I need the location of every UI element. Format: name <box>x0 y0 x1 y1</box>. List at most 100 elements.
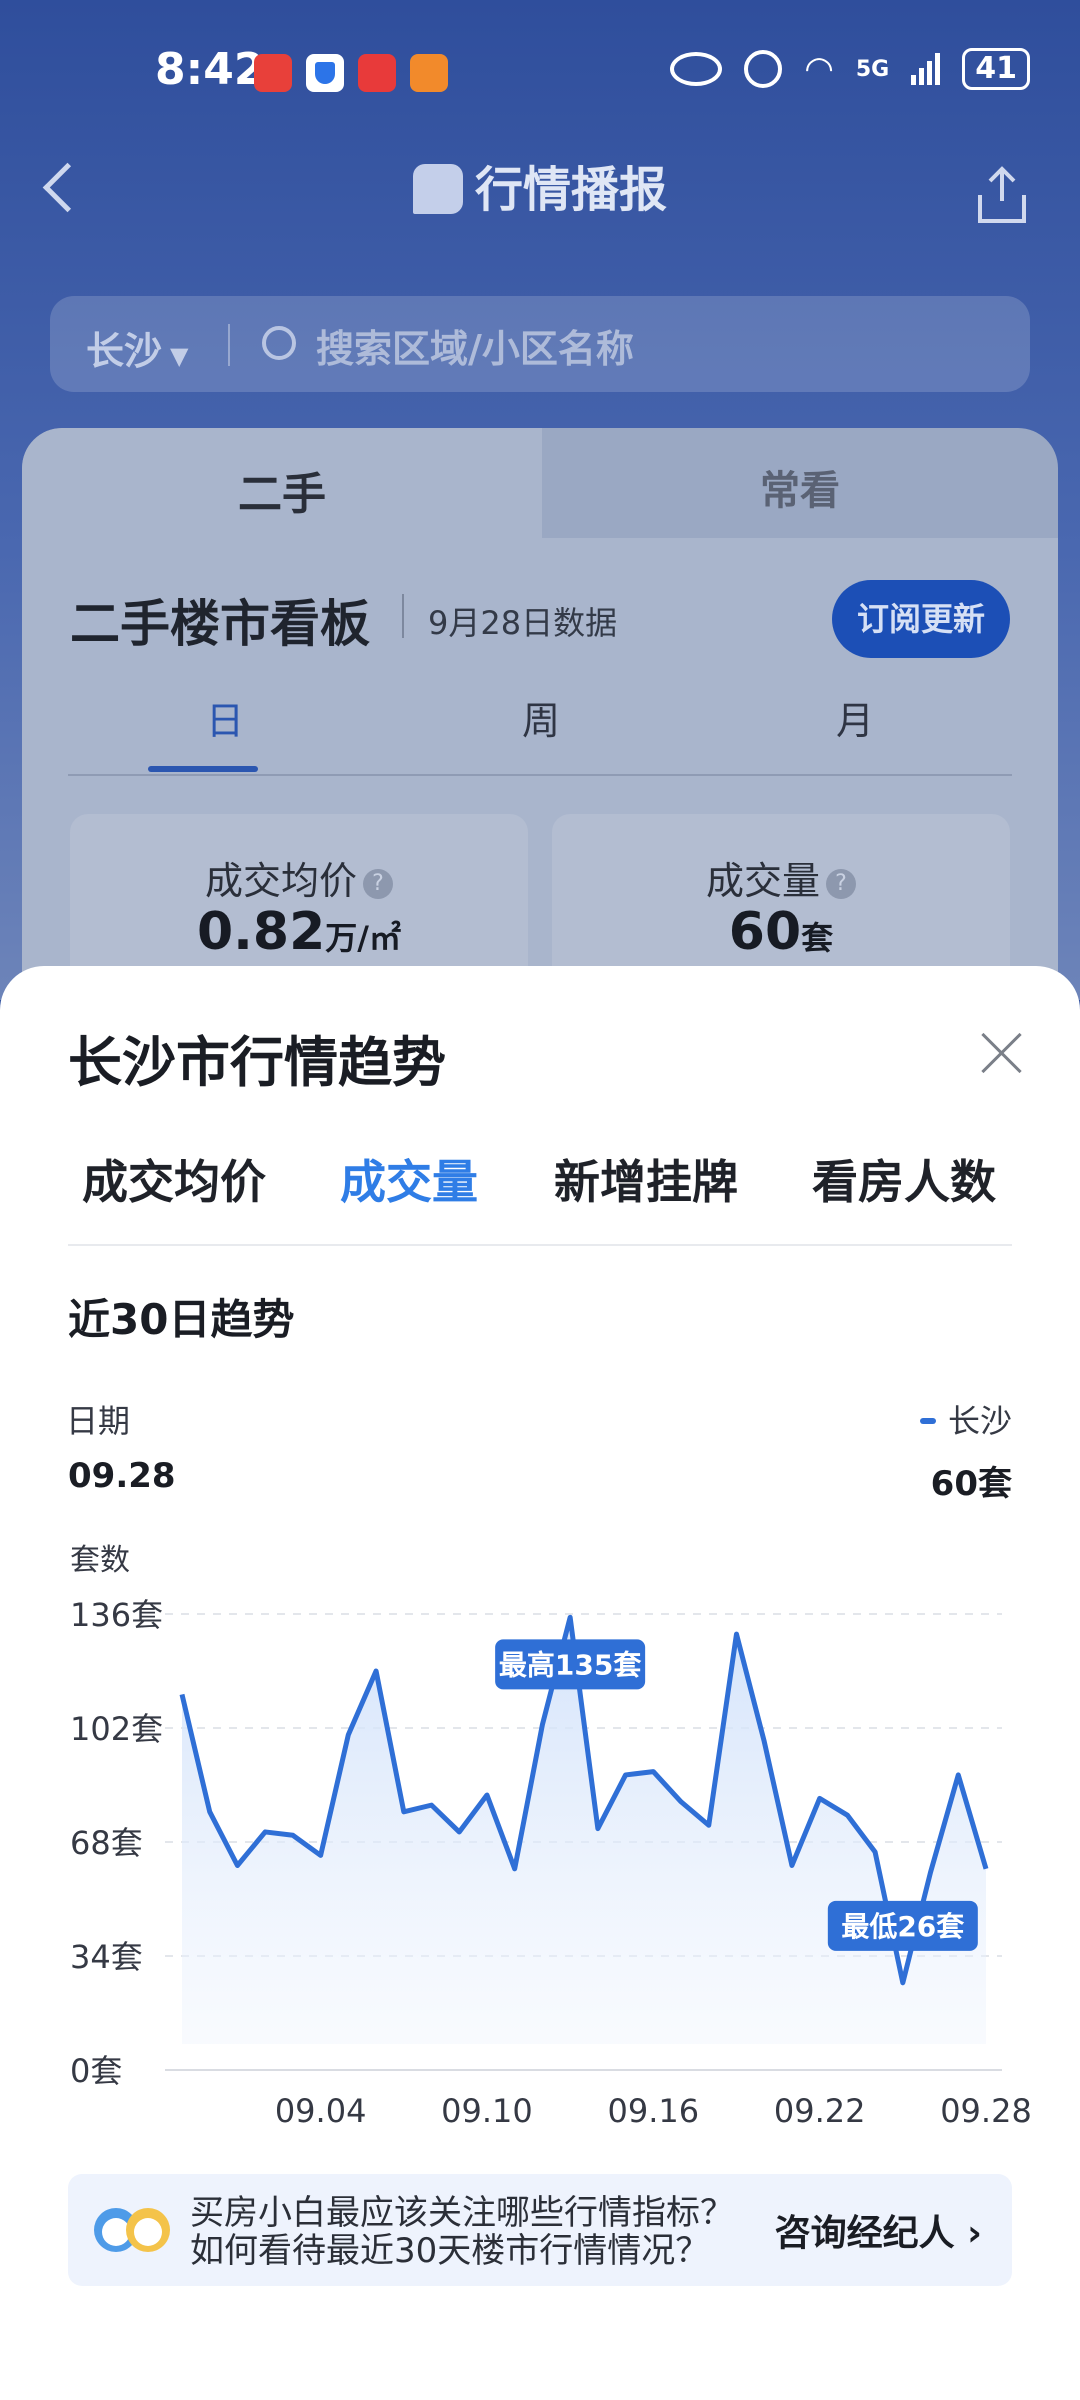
period-month[interactable]: 月 <box>836 690 874 745</box>
annotation-label: 最高135套 <box>499 1648 642 1681</box>
data-point <box>374 1669 378 1673</box>
help-icon[interactable]: ? <box>826 869 856 899</box>
huawei-app-icon <box>254 54 292 92</box>
share-icon[interactable] <box>976 165 1028 225</box>
chevron-right-icon: › <box>954 2213 982 2254</box>
data-point <box>734 1632 738 1636</box>
search-input[interactable]: 搜索区域/小区名称 <box>316 318 634 373</box>
data-point <box>762 1739 766 1743</box>
banner-text: 买房小白最应该关注哪些行情指标？ 如何看待最近30天楼市行情情况？ <box>190 2194 840 2270</box>
metric-value: 60 <box>728 902 802 962</box>
security-app-icon <box>306 54 344 92</box>
data-point <box>485 1793 489 1797</box>
data-point <box>513 1867 517 1871</box>
period-active-indicator <box>148 766 258 772</box>
wifi-icon: ◠ <box>804 49 834 89</box>
toutiao-app-icon <box>358 54 396 92</box>
data-point <box>984 1867 988 1871</box>
tab-label: 二手 <box>238 469 326 520</box>
search-divider <box>228 324 230 366</box>
metric-unit: 套 <box>801 919 834 957</box>
chevron-down-icon: ▼ <box>170 342 189 370</box>
tab-second-hand[interactable]: 二手 <box>22 428 542 548</box>
x-tick-label: 09.10 <box>441 2092 533 2130</box>
sheet-title: 长沙市行情趋势 <box>68 1031 446 1094</box>
data-point <box>568 1615 572 1619</box>
data-point <box>596 1827 600 1831</box>
data-point <box>346 1733 350 1737</box>
date-label: 日期 <box>66 1402 131 1440</box>
video-app-icon <box>410 54 448 92</box>
city-selector[interactable]: 长沙 ▼ <box>86 320 188 375</box>
cta-label: 咨询经纪人 <box>774 2213 955 2254</box>
period-week[interactable]: 周 <box>522 690 560 745</box>
page-title-text: 行情播报 <box>474 162 667 218</box>
search-bar[interactable]: 长沙 ▼ 搜索区域/小区名称 <box>50 296 1030 392</box>
data-point <box>291 1833 295 1837</box>
x-tick-label: 09.04 <box>275 2092 367 2130</box>
data-point <box>873 1850 877 1854</box>
board-date: 9月28日数据 <box>428 604 618 642</box>
banner-text-line1: 买房小白最应该关注哪些行情指标？ <box>190 2194 734 2233</box>
x-tick-label: 09.16 <box>608 2092 700 2130</box>
metric-unit: 万/㎡ <box>325 919 401 957</box>
page-title: 行情播报 <box>0 150 1080 220</box>
chart-legend: 长沙 <box>919 1396 1012 1442</box>
tab-volume[interactable]: 成交量 <box>340 1146 478 1212</box>
data-point <box>235 1863 239 1867</box>
y-tick-label: 102套 <box>70 1710 163 1748</box>
data-point <box>624 1773 628 1777</box>
data-point <box>457 1830 461 1834</box>
data-point <box>845 1813 849 1817</box>
eye-icon <box>670 52 723 86</box>
series-area <box>182 1617 986 2044</box>
tab-avg-price[interactable]: 成交均价 <box>82 1146 266 1212</box>
signal-icon <box>911 53 941 85</box>
board-separator <box>402 594 404 638</box>
metric-label: 成交量 <box>705 859 820 903</box>
consult-agent-link[interactable]: 咨询经纪人 › <box>775 2204 982 2256</box>
period-day[interactable]: 日 <box>206 690 244 745</box>
annotation-badge <box>495 1639 646 1690</box>
trend-sheet: 长沙市行情趋势 成交均价 成交量 新增挂牌 看房人数 近30日趋势 日期 09.… <box>0 966 1080 2400</box>
data-point <box>402 1810 406 1814</box>
metric-label: 成交均价 <box>204 859 357 903</box>
logo-icon <box>412 164 463 214</box>
alarm-icon <box>744 50 783 88</box>
mascot-icon <box>94 2208 170 2252</box>
tab-divider <box>68 1244 1012 1246</box>
trend-title: 近30日趋势 <box>68 1295 295 1344</box>
network-type: 5G <box>855 56 890 82</box>
x-tick-label: 09.28 <box>940 2092 1032 2130</box>
tab-new-listings[interactable]: 新增挂牌 <box>554 1146 738 1212</box>
period-divider <box>68 774 1012 776</box>
tab-frequent[interactable]: 常看 <box>760 458 840 516</box>
data-point <box>208 1810 212 1814</box>
data-point <box>263 1830 267 1834</box>
data-point <box>679 1800 683 1804</box>
annotation-label: 最低26套 <box>841 1910 965 1943</box>
data-point <box>651 1770 655 1774</box>
data-point <box>319 1853 323 1857</box>
data-point <box>929 1870 933 1874</box>
data-point <box>540 1723 544 1727</box>
advisor-banner[interactable]: 买房小白最应该关注哪些行情指标？ 如何看待最近30天楼市行情情况？ 咨询经纪人 … <box>68 2174 1012 2286</box>
help-icon[interactable]: ? <box>363 869 393 899</box>
legend-label: 长沙 <box>947 1402 1012 1440</box>
y-tick-label: 136套 <box>70 1596 163 1634</box>
close-icon[interactable] <box>980 1032 1022 1074</box>
x-tick-label: 09.22 <box>774 2092 866 2130</box>
y-tick-label: 0套 <box>70 2052 122 2090</box>
series-line <box>179 1614 989 1986</box>
city-name: 长沙 <box>86 329 163 373</box>
search-icon <box>262 326 296 360</box>
subscribe-button[interactable]: 订阅更新 <box>832 580 1010 658</box>
annotation-badge <box>827 1900 978 1951</box>
legend-value: 60套 <box>930 1464 1012 1504</box>
data-point <box>790 1863 794 1867</box>
data-point <box>818 1796 822 1800</box>
status-bar: 8:42 ◠ 5G 41 <box>0 0 1080 140</box>
tab-viewers[interactable]: 看房人数 <box>812 1146 996 1212</box>
data-point <box>901 1981 905 1985</box>
legend-swatch <box>919 1418 936 1424</box>
